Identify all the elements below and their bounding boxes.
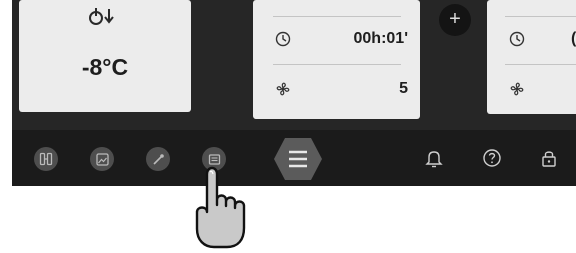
clock-icon [509,31,525,47]
timer-value: 00h:01' [353,30,409,47]
menu-button[interactable] [273,137,323,181]
temperature-value: -8°C [81,54,129,80]
temperature-card[interactable]: -8°C [19,0,191,112]
divider [273,64,401,65]
clock-icon [275,31,291,47]
fan-icon [510,82,524,96]
probe-button[interactable] [146,147,170,171]
phase-card-next[interactable]: ( [487,0,576,114]
divider [505,64,576,65]
fan-speed-value: 5 [399,80,408,97]
add-phase-button[interactable]: + [439,4,471,36]
fan-icon [276,82,290,96]
help-icon[interactable] [481,147,503,169]
timer-value-partial: ( [571,30,576,47]
thermometer-down-icon [89,8,114,25]
mode-icon [39,152,53,166]
bottom-toolbar [12,130,576,186]
probe-icon [152,153,164,165]
phase-card[interactable]: 00h:01' 5 [253,0,420,119]
oven-control-screen: -8°C 00h:01' 5 + ( [12,0,576,186]
picture-button[interactable] [90,147,114,171]
hand-pointer-icon [195,166,246,249]
divider [505,16,576,17]
mode-button[interactable] [34,147,58,171]
lock-icon[interactable] [538,147,560,169]
bell-icon[interactable] [423,147,445,169]
divider [273,16,401,17]
picture-icon [95,152,109,166]
